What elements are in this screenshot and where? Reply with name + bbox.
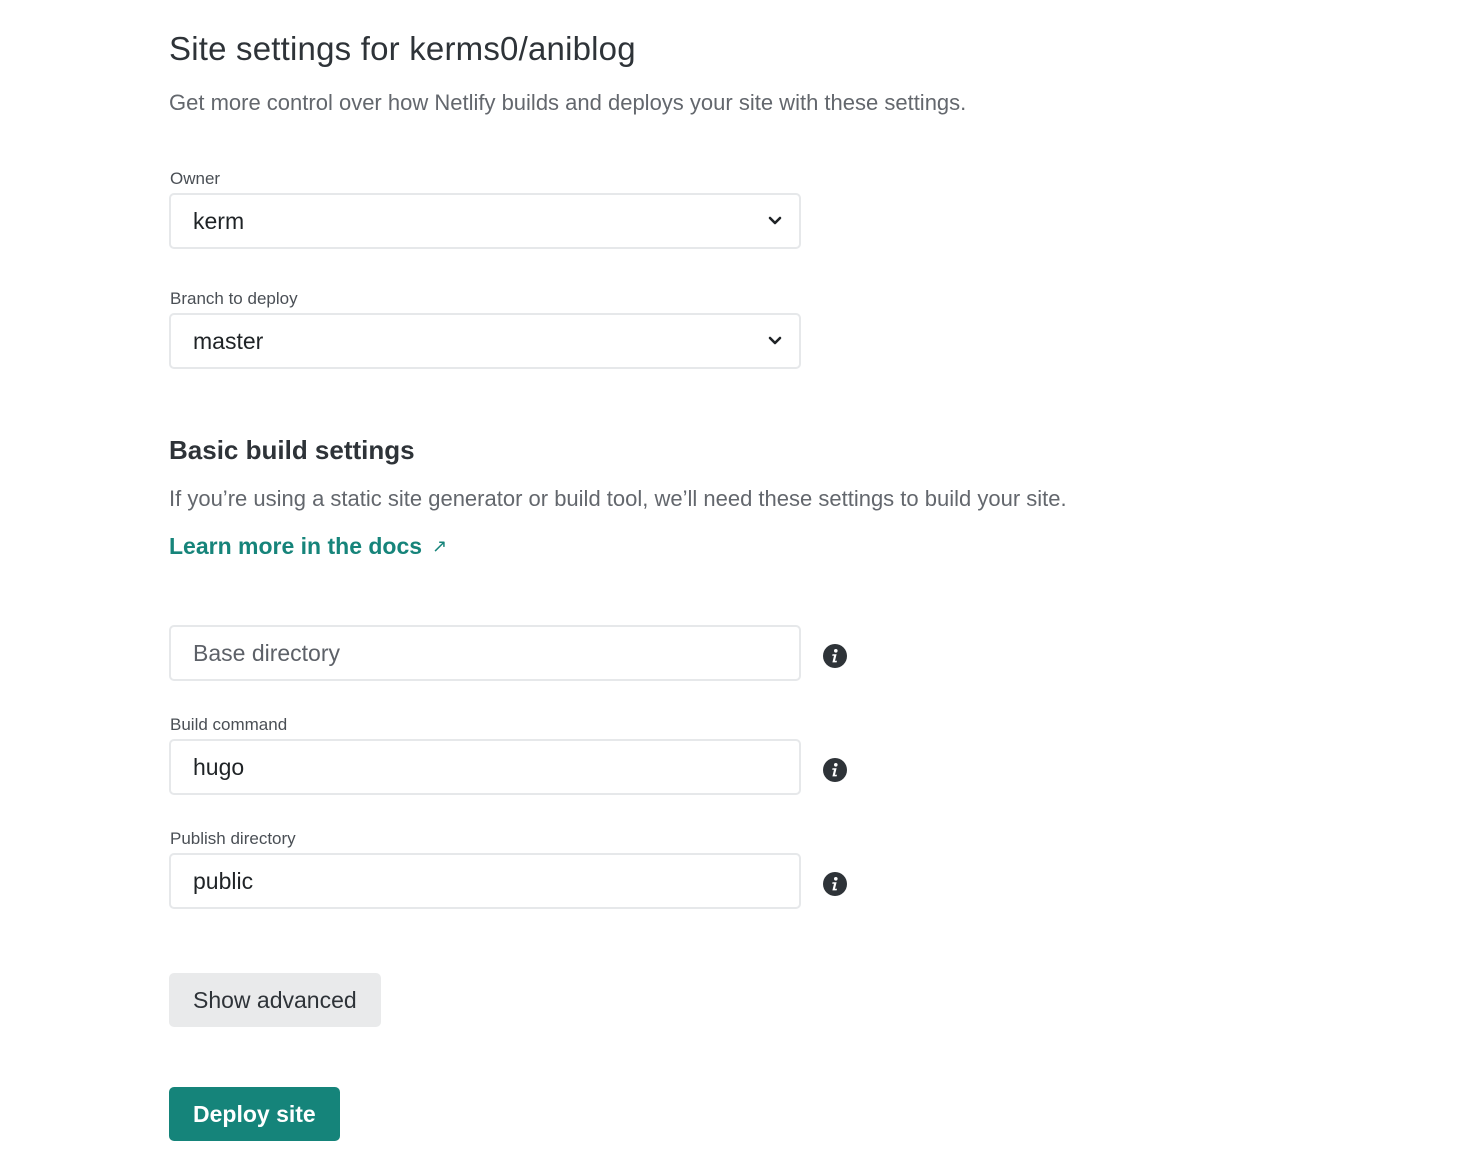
branch-select-value: master: [193, 328, 264, 354]
owner-select-value: kerm: [193, 208, 245, 234]
chevron-down-icon: [768, 336, 782, 345]
build-command-label: Build command: [170, 715, 288, 734]
learn-more-docs-link[interactable]: Learn more in the docs ↗: [169, 533, 447, 560]
build-settings-description: If you’re using a static site generator …: [169, 486, 1067, 511]
info-icon[interactable]: [823, 872, 847, 896]
info-icon[interactable]: [823, 644, 847, 668]
docs-link-label: Learn more in the docs: [169, 533, 423, 559]
build-command-input[interactable]: hugo: [169, 739, 801, 795]
publish-directory-value: public: [193, 868, 254, 894]
publish-directory-label: Publish directory: [170, 829, 296, 848]
external-link-arrow-icon: ↗: [432, 536, 448, 556]
build-command-value: hugo: [193, 754, 245, 780]
build-settings-title: Basic build settings: [169, 435, 415, 465]
page-subtitle: Get more control over how Netlify builds…: [169, 90, 967, 115]
site-settings-page: Site settings for kerms0/aniblog Get mor…: [0, 0, 1476, 1176]
branch-label: Branch to deploy: [170, 289, 298, 308]
chevron-down-icon: [768, 216, 782, 225]
branch-select[interactable]: master: [169, 313, 801, 369]
page-title: Site settings for kerms0/aniblog: [169, 30, 636, 67]
base-directory-input[interactable]: Base directory: [169, 625, 801, 681]
base-directory-placeholder: Base directory: [193, 640, 341, 666]
owner-select[interactable]: kerm: [169, 193, 801, 249]
publish-directory-input[interactable]: public: [169, 853, 801, 909]
info-icon[interactable]: [823, 758, 847, 782]
deploy-site-button[interactable]: Deploy site: [169, 1087, 340, 1141]
owner-label: Owner: [170, 169, 221, 188]
show-advanced-button[interactable]: Show advanced: [169, 973, 381, 1027]
